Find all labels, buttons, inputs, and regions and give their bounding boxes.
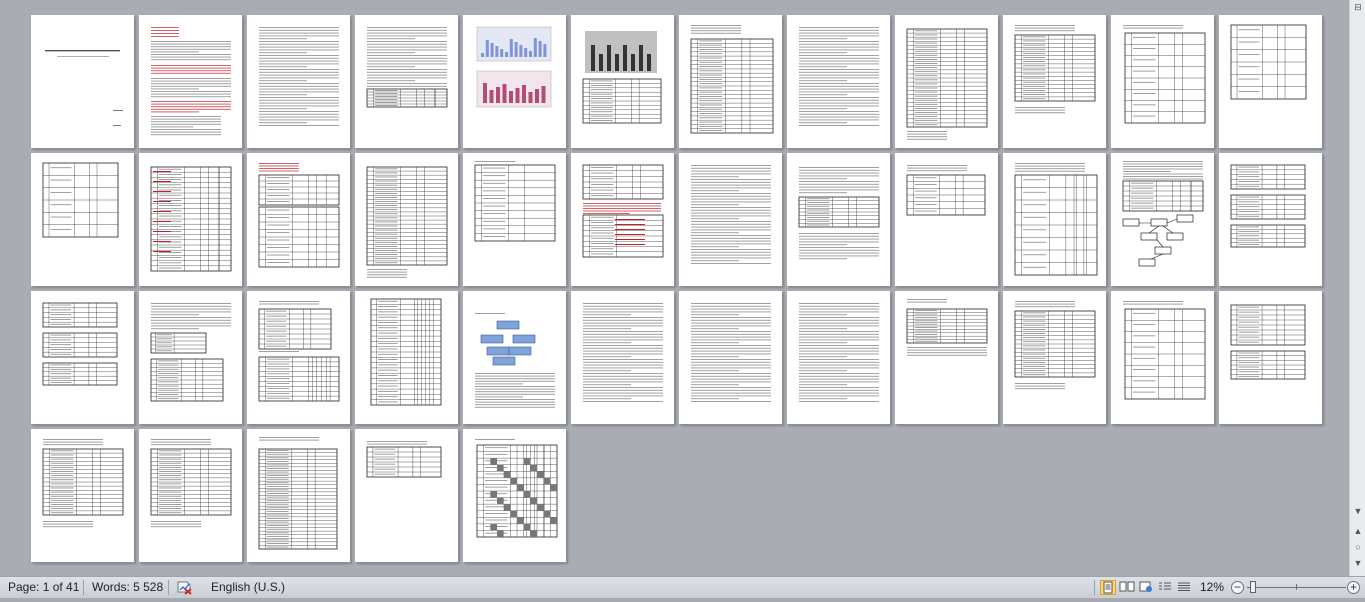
page-thumbnail[interactable]	[571, 15, 674, 148]
page-thumbnail[interactable]	[139, 15, 242, 148]
web-layout-icon[interactable]	[1138, 580, 1154, 595]
next-page-icon[interactable]: ▼	[1350, 556, 1365, 570]
page-thumbnail[interactable]	[1111, 291, 1214, 424]
page-thumbnail[interactable]	[247, 429, 350, 562]
page-thumbnail[interactable]	[463, 153, 566, 286]
page-thumbnail[interactable]	[1111, 153, 1214, 286]
page-thumbnail[interactable]	[1111, 15, 1214, 148]
page-thumbnail[interactable]	[1219, 291, 1322, 424]
page-counter[interactable]: Page: 1 of 41	[8, 577, 79, 598]
zoom-in-icon[interactable]: +	[1347, 581, 1360, 594]
scroll-down-arrow-icon[interactable]: ▼	[1350, 504, 1365, 518]
page-thumbnail[interactable]	[31, 429, 134, 562]
page-thumbnail[interactable]	[31, 153, 134, 286]
page-thumbnail[interactable]	[895, 291, 998, 424]
zoom-level[interactable]: 12%	[1200, 577, 1224, 598]
page-thumbnail[interactable]	[679, 291, 782, 424]
page-thumbnail[interactable]	[139, 429, 242, 562]
language-indicator[interactable]: English (U.S.)	[211, 577, 285, 598]
page-thumbnail[interactable]	[247, 153, 350, 286]
page-thumbnail[interactable]	[463, 291, 566, 424]
outline-icon[interactable]	[1157, 580, 1173, 595]
zoom-out-icon[interactable]: −	[1231, 581, 1244, 594]
page-thumbnail[interactable]	[247, 15, 350, 148]
status-bar: Page: 1 of 41 Words: 5 528 English (U.S.…	[0, 576, 1365, 598]
draft-icon[interactable]	[1176, 580, 1192, 595]
page-thumbnail[interactable]	[355, 153, 458, 286]
page-thumbnail[interactable]	[355, 15, 458, 148]
previous-page-icon[interactable]: ▲	[1350, 524, 1365, 538]
page-thumbnail[interactable]	[355, 291, 458, 424]
page-thumbnail[interactable]	[247, 291, 350, 424]
zoom-slider-center-tick	[1296, 584, 1297, 590]
page-thumbnail[interactable]	[895, 15, 998, 148]
document-workspace[interactable]	[0, 0, 1349, 576]
page-thumbnail[interactable]	[463, 429, 566, 562]
full-screen-reading-icon[interactable]	[1119, 580, 1135, 595]
page-thumbnail[interactable]	[679, 153, 782, 286]
page-thumbnail[interactable]	[1219, 15, 1322, 148]
page-thumbnail[interactable]	[571, 153, 674, 286]
page-thumbnail[interactable]	[787, 15, 890, 148]
page-thumbnail[interactable]	[139, 153, 242, 286]
page-thumbnail[interactable]	[1219, 153, 1322, 286]
ruler-icon[interactable]	[1350, 8, 1365, 22]
page-thumbnail[interactable]	[31, 291, 134, 424]
vertical-scrollbar[interactable]: ⊟ ▼ ▲ ○ ▼	[1349, 0, 1365, 576]
page-thumbnail[interactable]	[139, 291, 242, 424]
page-thumbnail[interactable]	[895, 153, 998, 286]
print-layout-icon[interactable]	[1100, 580, 1116, 595]
page-thumbnail[interactable]	[463, 15, 566, 148]
page-thumbnail[interactable]	[1003, 291, 1106, 424]
page-thumbnail[interactable]	[31, 15, 134, 148]
page-thumbnail[interactable]	[679, 15, 782, 148]
page-thumbnail[interactable]	[1003, 153, 1106, 286]
word-count[interactable]: Words: 5 528	[92, 577, 163, 598]
zoom-slider-thumb[interactable]	[1250, 581, 1256, 593]
page-thumbnail[interactable]	[355, 429, 458, 562]
page-thumbnail[interactable]	[1003, 15, 1106, 148]
select-browse-object-icon[interactable]: ○	[1350, 540, 1365, 554]
page-thumbnail[interactable]	[787, 153, 890, 286]
page-thumbnail[interactable]	[787, 291, 890, 424]
proofing-errors-icon[interactable]	[176, 579, 194, 600]
page-thumbnail[interactable]	[571, 291, 674, 424]
